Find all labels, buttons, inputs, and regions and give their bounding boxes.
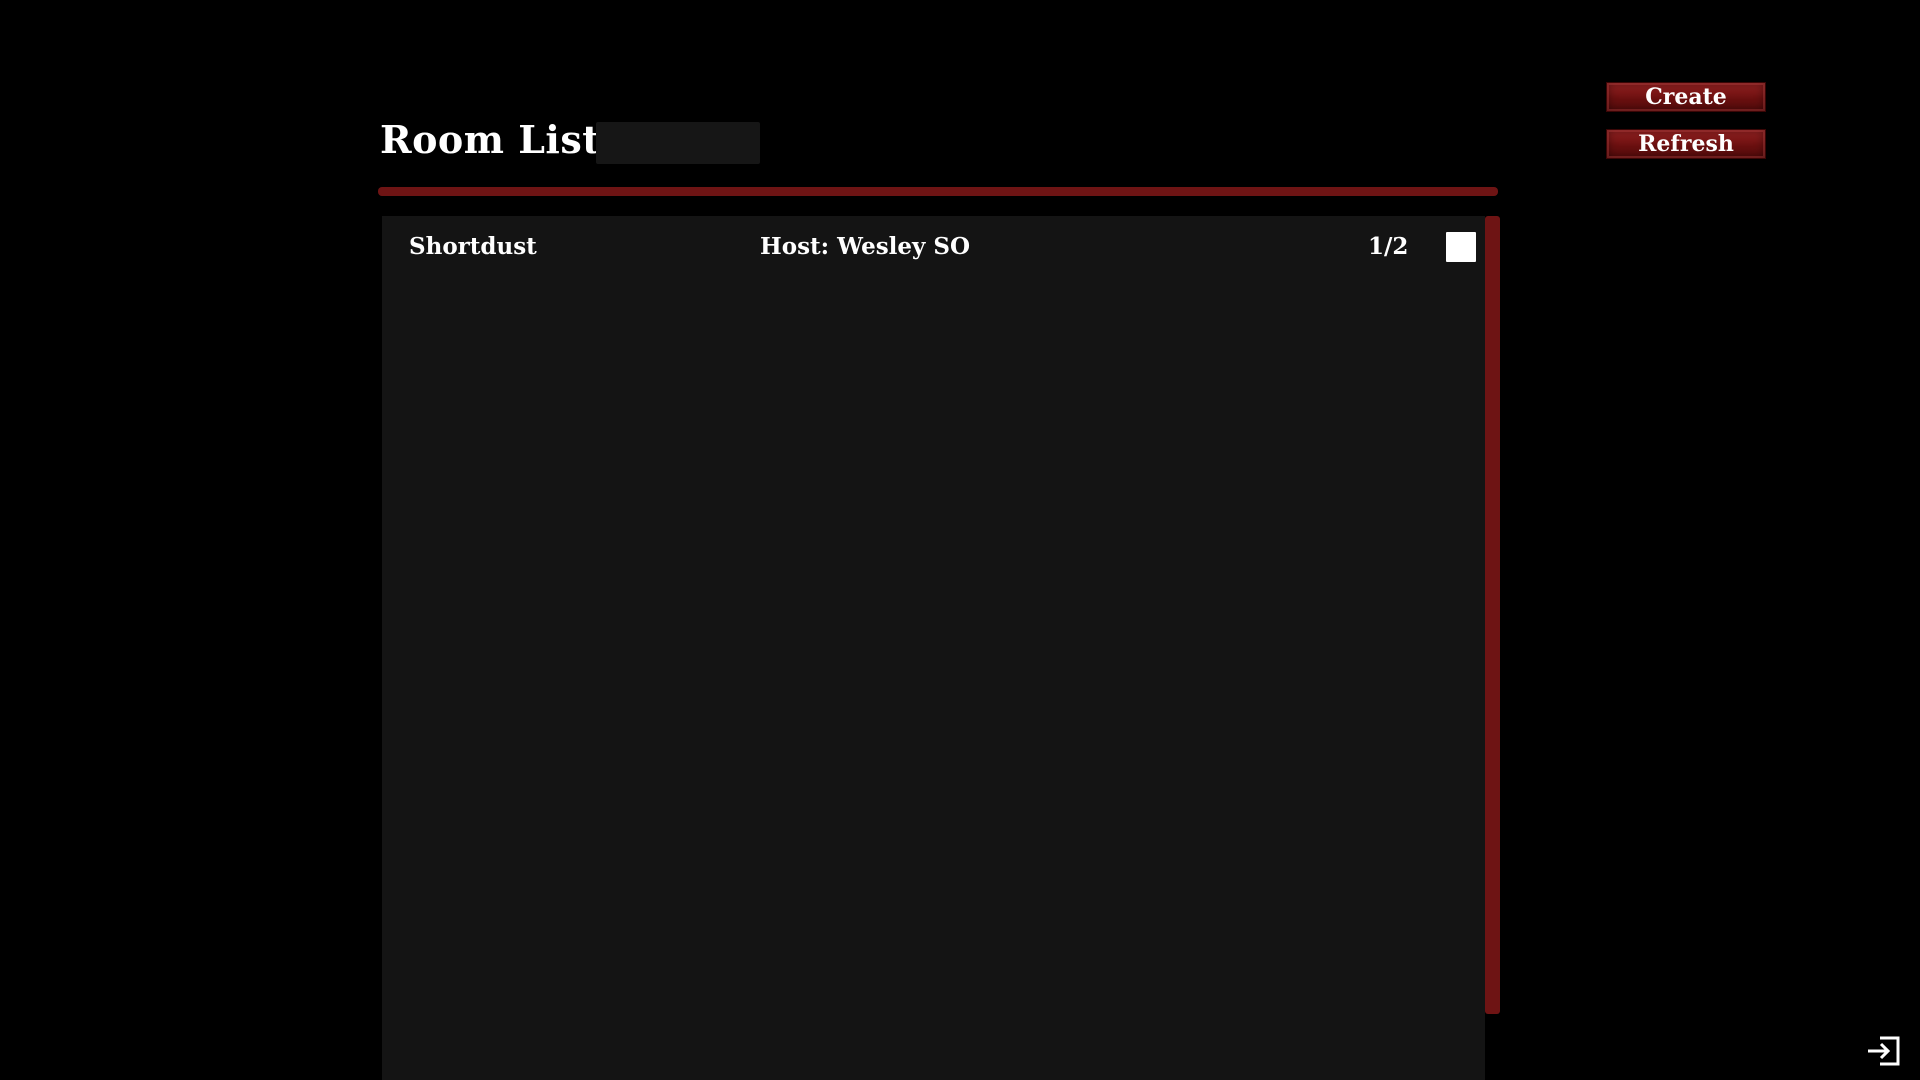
page-title: Room List (380, 117, 601, 162)
room-player-count: 1/2 (1368, 233, 1409, 260)
room-list-scrollbar[interactable] (1485, 216, 1500, 1014)
room-search-input[interactable] (596, 122, 760, 164)
room-list-panel: Shortdust Host: Wesley SO 1/2 (382, 216, 1485, 1080)
room-row[interactable]: Shortdust Host: Wesley SO 1/2 (382, 216, 1485, 282)
room-select-checkbox[interactable] (1446, 232, 1476, 262)
create-room-button[interactable]: Create (1606, 82, 1766, 112)
refresh-button[interactable]: Refresh (1606, 129, 1766, 159)
header-divider (378, 187, 1498, 196)
exit-icon (1868, 1036, 1900, 1066)
exit-button[interactable] (1866, 1034, 1902, 1068)
room-host: Host: Wesley SO (760, 233, 971, 260)
room-name: Shortdust (409, 233, 537, 260)
